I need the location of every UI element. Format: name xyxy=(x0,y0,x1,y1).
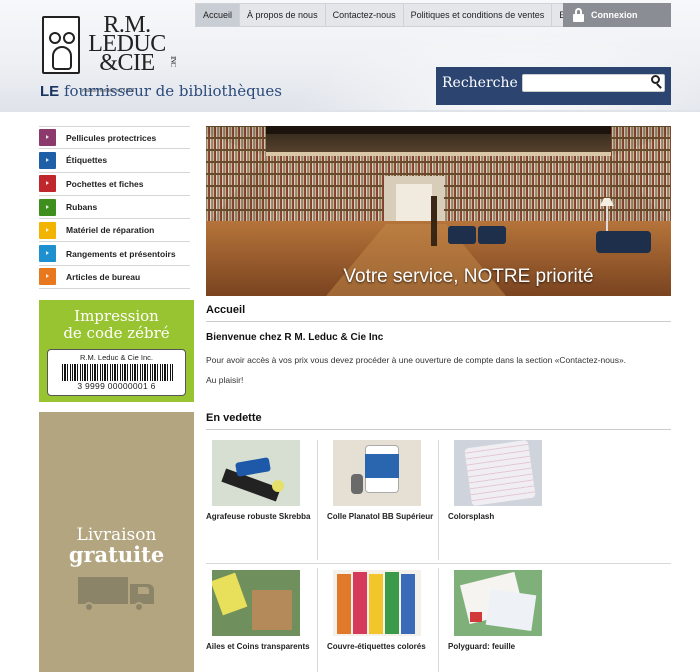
arrow-icon xyxy=(39,129,56,147)
category-label: Étiquettes xyxy=(66,155,108,166)
product-image-colorsplash[interactable] xyxy=(454,440,542,506)
product-name[interactable]: Polyguard: feuille xyxy=(448,642,568,652)
tagline-strong: LE xyxy=(40,83,60,100)
product-card[interactable]: Couvre-étiquettes colorés xyxy=(327,570,447,652)
nav-politiques[interactable]: Politiques et conditions de ventes xyxy=(404,4,553,26)
barcode-promo-line1: Impression xyxy=(74,307,159,325)
search-icon[interactable] xyxy=(651,75,663,89)
login-label: Connexion xyxy=(591,10,638,20)
arrow-icon xyxy=(39,151,56,169)
main-content: Accueil Bienvenue chez R M. Leduc & Cie … xyxy=(206,304,671,385)
search-label: Recherche xyxy=(442,75,518,91)
arrow-icon xyxy=(39,245,56,263)
arrow-icon xyxy=(39,175,56,193)
category-etiquettes[interactable]: Étiquettes xyxy=(39,149,190,173)
category-pellicules[interactable]: Pellicules protectrices xyxy=(39,126,190,150)
truck-icon xyxy=(78,577,156,613)
search-bar: Recherche xyxy=(436,67,671,105)
login-button[interactable]: Connexion xyxy=(563,3,671,27)
nav-contactez-nous[interactable]: Contactez-nous xyxy=(326,4,404,26)
product-card[interactable]: Agrafeuse robuste Skrebba xyxy=(206,440,326,522)
welcome-heading: Bienvenue chez R M. Leduc & Cie Inc xyxy=(206,332,384,343)
product-card[interactable]: Colle Planatol BB Supérieur xyxy=(327,440,447,522)
barcode-promo-line2: de code zébré xyxy=(63,324,170,342)
free-shipping-promo[interactable]: Livraison gratuite xyxy=(39,412,194,672)
category-label: Rangements et présentoirs xyxy=(66,248,176,259)
hero-caption: Votre service, NOTRE priorité xyxy=(343,266,594,287)
nav-accueil[interactable]: Accueil xyxy=(196,4,241,26)
logo-inc: INC xyxy=(169,56,177,67)
intro-paragraph: Pour avoir accès à vos prix vous devez p… xyxy=(206,355,627,365)
category-label: Rubans xyxy=(66,202,98,213)
product-image-glue[interactable] xyxy=(333,440,421,506)
search-input[interactable] xyxy=(522,74,665,92)
category-reparation[interactable]: Matériel de réparation xyxy=(39,219,190,243)
hero-banner: Votre service, NOTRE priorité xyxy=(206,126,671,296)
product-card[interactable]: Polyguard: feuille xyxy=(448,570,568,652)
tagline-rest: fournisseur de bibliothèques xyxy=(59,82,282,100)
category-rubans[interactable]: Rubans xyxy=(39,196,190,220)
divider xyxy=(206,563,671,564)
featured-title: En vedette xyxy=(206,412,671,430)
category-rangements[interactable]: Rangements et présentoirs xyxy=(39,242,190,266)
arrow-icon xyxy=(39,268,56,286)
top-navigation: Accueil À propos de nous Contactez-nous … xyxy=(195,3,598,27)
arrow-icon xyxy=(39,221,56,239)
product-name[interactable]: Ailes et Coins transparents xyxy=(206,642,326,652)
barcode-label-image: R.M. Leduc & Cie Inc. 3 9999 00000001 6 xyxy=(47,349,186,396)
product-card[interactable]: Colorsplash xyxy=(448,440,568,522)
logo-wordmark: R.M. LEDUC &CIE INC xyxy=(84,13,177,75)
product-card[interactable]: Ailes et Coins transparents xyxy=(206,570,326,652)
category-label: Pochettes et fiches xyxy=(66,178,144,189)
product-name[interactable]: Couvre-étiquettes colorés xyxy=(327,642,447,652)
category-pochettes[interactable]: Pochettes et fiches xyxy=(39,173,190,196)
barcode-company: R.M. Leduc & Cie Inc. xyxy=(80,353,153,362)
arrow-icon xyxy=(39,198,56,216)
barcode-printing-promo[interactable]: Impression de code zébré R.M. Leduc & Ci… xyxy=(39,300,194,402)
page-title: Accueil xyxy=(206,304,671,322)
product-name[interactable]: Colorsplash xyxy=(448,512,568,522)
product-name[interactable]: Colle Planatol BB Supérieur xyxy=(327,512,447,522)
closing-text: Au plaisir! xyxy=(206,375,244,385)
barcode-number: 3 9999 00000001 6 xyxy=(77,381,156,391)
owl-logo-icon xyxy=(42,16,80,74)
barcode-promo-title: Impression de code zébré xyxy=(39,308,194,342)
company-logo[interactable]: R.M. LEDUC &CIE INC maison fondée en 196… xyxy=(40,13,177,94)
category-label: Articles de bureau xyxy=(66,271,141,282)
product-image-label-covers[interactable] xyxy=(333,570,421,636)
nav-a-propos[interactable]: À propos de nous xyxy=(240,4,326,26)
lock-icon xyxy=(573,8,584,22)
shipping-promo-line2: gratuite xyxy=(68,542,165,567)
product-image-stapler[interactable] xyxy=(212,440,300,506)
product-image-corners[interactable] xyxy=(212,570,300,636)
category-sidebar: Pellicules protectrices Étiquettes Poche… xyxy=(39,126,190,290)
product-name[interactable]: Agrafeuse robuste Skrebba xyxy=(206,512,326,522)
category-bureau[interactable]: Articles de bureau xyxy=(39,266,190,290)
product-image-polyguard[interactable] xyxy=(454,570,542,636)
site-header: R.M. LEDUC &CIE INC maison fondée en 196… xyxy=(0,0,700,112)
category-label: Pellicules protectrices xyxy=(66,132,157,143)
site-tagline: LE fournisseur de bibliothèques xyxy=(40,82,282,100)
barcode-icon xyxy=(62,364,174,381)
category-label: Matériel de réparation xyxy=(66,225,155,236)
